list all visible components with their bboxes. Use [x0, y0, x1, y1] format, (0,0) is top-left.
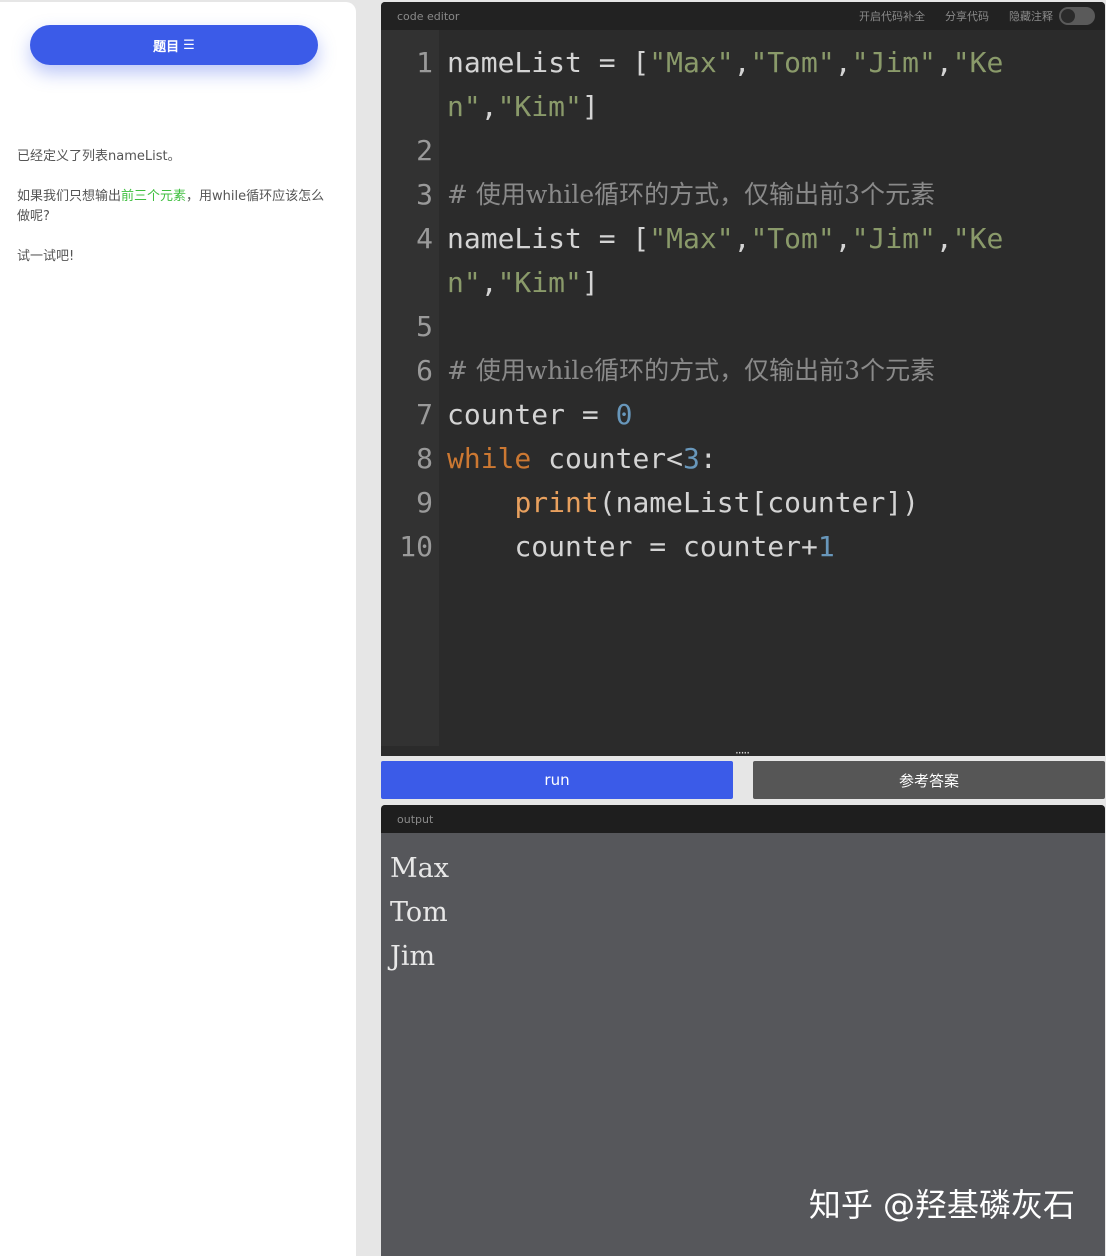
code-text: print(nameList[counter]) — [514, 486, 920, 519]
code-line: 9 print(nameList[counter]) — [381, 481, 1105, 525]
code-area[interactable]: 1 nameList = ["Max","Tom","Jim","Ke n","… — [381, 41, 1105, 569]
topic-button[interactable]: 题目 ☰ — [30, 25, 318, 65]
line-number: 2 — [416, 134, 433, 167]
editor-header: code editor 开启代码补全 分享代码 隐藏注释 — [381, 2, 1105, 30]
output-panel: output Max Tom Jim 知乎 @羟基磷灰石 — [381, 805, 1105, 1256]
line-number: 1 — [416, 46, 433, 79]
autocomplete-toggle-link[interactable]: 开启代码补全 — [859, 8, 925, 24]
code-line-wrap: n","Kim"] — [381, 261, 1105, 305]
topic-button-label: 题目 — [153, 39, 180, 55]
run-button[interactable]: run — [381, 761, 733, 799]
code-text: while counter<3: — [447, 442, 717, 475]
line-number: 4 — [416, 222, 433, 255]
code-text: n","Kim"] — [447, 266, 599, 299]
line-number: 10 — [399, 530, 433, 563]
line-number: 5 — [416, 310, 433, 343]
problem-line-2: 如果我们只想输出前三个元素，用while循环应该怎么做呢? — [17, 187, 337, 227]
hide-comments-label: 隐藏注释 — [1009, 10, 1053, 23]
editor-title: code editor — [397, 9, 460, 23]
code-comment: # 使用while循环的方式，仅输出前3个元素 — [447, 180, 936, 209]
code-line: 8 while counter<3: — [381, 437, 1105, 481]
problem-line-2-start: 如果我们只想输出 — [17, 189, 122, 204]
code-line: 7 counter = 0 — [381, 393, 1105, 437]
line-number: 6 — [416, 354, 433, 387]
reference-answer-button[interactable]: 参考答案 — [753, 761, 1105, 799]
toggle-knob — [1061, 9, 1075, 23]
output-line: Tom — [390, 897, 448, 928]
code-line: 4 nameList = ["Max","Tom","Jim","Ke — [381, 217, 1105, 261]
code-editor[interactable]: code editor 开启代码补全 分享代码 隐藏注释 1 nameList … — [381, 2, 1105, 756]
code-text: nameList = ["Max","Tom","Jim","Ke — [447, 46, 1004, 79]
code-text: counter = 0 — [447, 398, 633, 431]
code-line: 5 — [381, 305, 1105, 349]
problem-description: 已经定义了列表nameList。 如果我们只想输出前三个元素，用while循环应… — [17, 147, 337, 287]
code-line-wrap: n","Kim"] — [381, 85, 1105, 129]
line-number: 7 — [416, 398, 433, 431]
menu-icon: ☰ — [183, 37, 195, 53]
problem-highlight: 前三个元素 — [121, 189, 187, 204]
output-header: output — [381, 805, 1105, 833]
code-line: 10 counter = counter+1 — [381, 525, 1105, 569]
problem-panel: 题目 ☰ 已经定义了列表nameList。 如果我们只想输出前三个元素，用whi… — [0, 2, 356, 1256]
share-code-link[interactable]: 分享代码 — [945, 8, 989, 24]
code-comment: # 使用while循环的方式，仅输出前3个元素 — [447, 356, 936, 385]
line-number: 3 — [416, 178, 433, 211]
output-line: Jim — [390, 941, 436, 972]
code-text: n","Kim"] — [447, 90, 599, 123]
output-content: Max Tom Jim — [381, 833, 1105, 979]
resize-handle[interactable]: ····· — [730, 746, 754, 760]
code-line: 6 # 使用while循环的方式，仅输出前3个元素 — [381, 349, 1105, 393]
output-line: Max — [390, 853, 449, 884]
line-number: 9 — [416, 486, 433, 519]
watermark: 知乎 @羟基磷灰石 — [808, 1186, 1075, 1224]
code-text: counter = counter+1 — [514, 530, 835, 563]
code-line: 3 # 使用while循环的方式，仅输出前3个元素 — [381, 173, 1105, 217]
code-line: 2 — [381, 129, 1105, 173]
line-number: 8 — [416, 442, 433, 475]
problem-line-3: 试一试吧! — [17, 249, 75, 264]
code-line: 1 nameList = ["Max","Tom","Jim","Ke — [381, 41, 1105, 85]
code-text: nameList = ["Max","Tom","Jim","Ke — [447, 222, 1004, 255]
output-title: output — [397, 812, 434, 826]
problem-line-1: 已经定义了列表nameList。 — [17, 149, 181, 164]
hide-comments-toggle[interactable] — [1059, 7, 1095, 25]
